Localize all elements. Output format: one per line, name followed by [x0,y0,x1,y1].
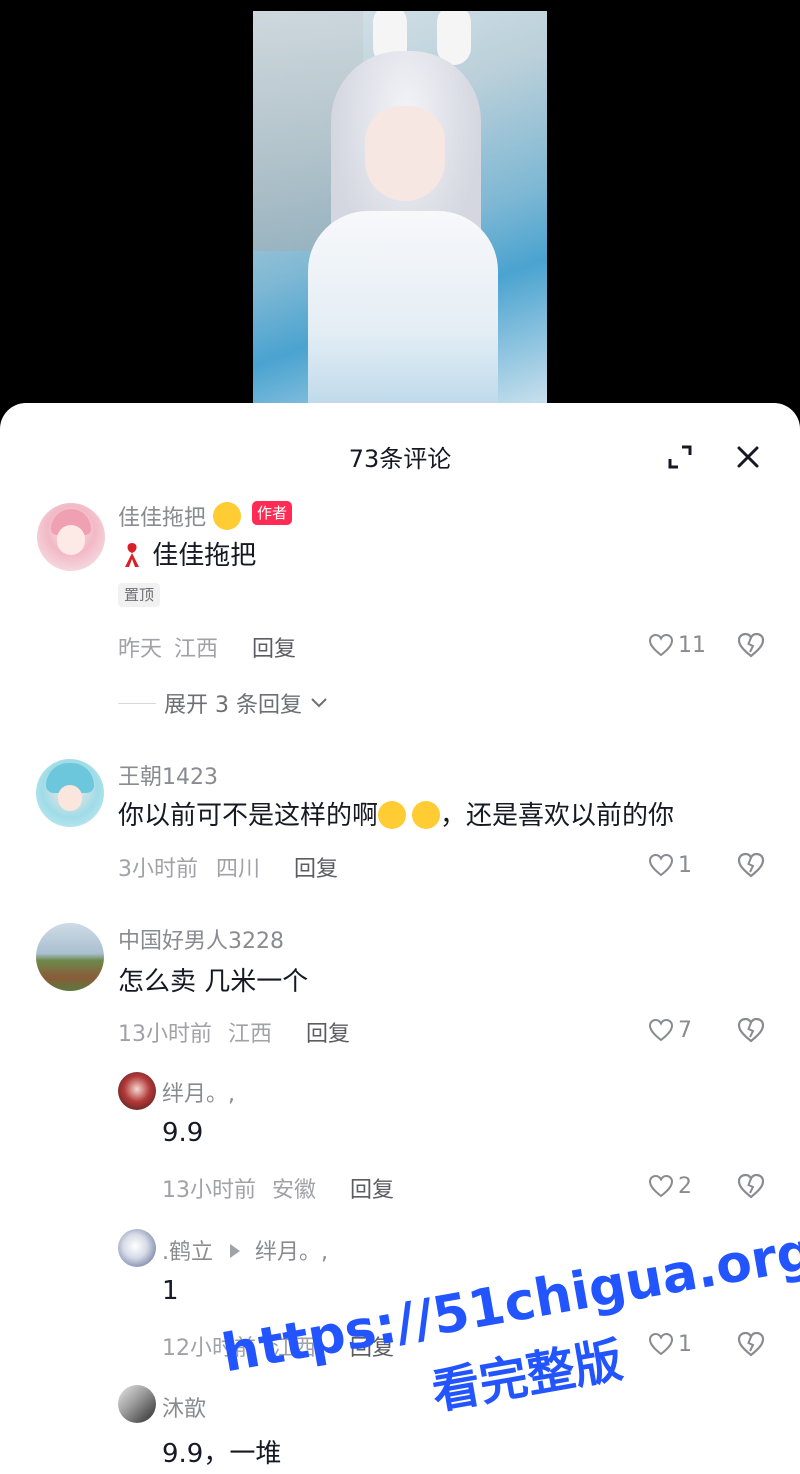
comment-sheet: 73条评论 佳佳拖把 作者 佳佳拖把 置顶 昨天 江西 回复 11 展开 3 条… [0,403,800,1474]
close-icon[interactable] [732,441,764,473]
dislike-icon[interactable] [736,850,766,880]
reply-username[interactable]: 沐歆 [162,1391,206,1423]
like-count: 1 [678,1331,692,1357]
heart-icon [648,1018,674,1042]
like-button[interactable]: 7 [648,1015,692,1045]
crying-face-icon [412,801,441,829]
heart-icon [648,853,674,877]
reply-username[interactable]: 绊月。, [162,1076,235,1108]
like-button[interactable]: 1 [648,850,692,880]
like-button[interactable]: 1 [648,1329,692,1359]
avatar[interactable] [36,759,104,827]
pinned-badge: 置顶 [118,583,161,607]
character-face [365,106,445,201]
comment-time: 昨天 [118,637,163,662]
like-count: 2 [678,1173,692,1199]
divider-line [118,702,156,704]
chevron-down-icon [311,698,327,708]
avatar[interactable] [36,923,104,991]
like-count: 1 [678,852,692,878]
comment-time: 13小时前 [118,1022,212,1047]
avatar[interactable] [37,503,105,571]
reply-location: 安徽 [272,1178,317,1203]
comment-username[interactable]: 王朝1423 [118,759,218,791]
reply-text: 1 [162,1276,179,1306]
expand-icon[interactable] [664,441,696,473]
author-badge: 作者 [252,501,293,525]
dislike-icon[interactable] [736,630,766,660]
reply-time: 13小时前 [162,1178,256,1203]
heart-icon [648,1174,674,1198]
reply-location: 江西 [272,1336,317,1361]
dislike-icon[interactable] [736,1015,766,1045]
reply-target-username[interactable]: 绊月。, [255,1240,328,1265]
expand-replies-label: 展开 3 条回复 [164,693,302,718]
zany-face-icon [213,502,242,530]
comment-text: 怎么卖 几米一个 [118,967,309,997]
like-button[interactable]: 2 [648,1171,692,1201]
comment-text-part: ，还是喜欢以前的你 [440,801,675,831]
disappointed-face-icon [378,801,407,829]
comment-username[interactable]: 佳佳拖把 [118,500,242,532]
comment-text-part: 你以前可不是这样的啊 [118,801,379,831]
reply-text: 9.9 [162,1118,204,1148]
dislike-icon[interactable] [736,1329,766,1359]
reply-button[interactable]: 回复 [350,1172,394,1204]
comment-text-content: 佳佳拖把 [152,541,257,571]
comment-username[interactable]: 中国好男人3228 [118,923,284,955]
character-dress [308,211,498,411]
reply-arrow-icon [230,1244,240,1258]
username-text: 佳佳拖把 [118,506,207,531]
reply-username[interactable]: .鹤立 绊月。, [162,1234,328,1266]
reply-button[interactable]: 回复 [294,851,338,883]
comment-location: 江西 [228,1022,273,1047]
avatar[interactable] [118,1385,156,1423]
comment-text: 你以前可不是这样的啊 ，还是喜欢以前的你 [118,795,674,832]
comment-text: 佳佳拖把 [120,535,256,572]
comment-time: 3小时前 [118,857,198,882]
comment-location: 四川 [216,857,261,882]
heart-icon [648,633,674,657]
expand-replies-button[interactable]: 展开 3 条回复 [118,688,328,718]
reply-text: 9.9，一堆 [162,1439,282,1469]
dislike-icon[interactable] [736,1171,766,1201]
avatar[interactable] [118,1072,156,1110]
comment-location: 江西 [174,637,219,662]
reply-button[interactable]: 回复 [350,1330,394,1362]
heart-icon [648,1332,674,1356]
like-button[interactable]: 11 [648,630,706,660]
reply-button[interactable]: 回复 [306,1016,350,1048]
video-area [0,0,800,420]
avatar[interactable] [118,1229,156,1267]
comment-sheet-header: 73条评论 [0,403,800,503]
username-text: .鹤立 [162,1240,213,1265]
video-thumbnail[interactable] [253,11,547,411]
reply-button[interactable]: 回复 [252,631,296,663]
like-count: 11 [678,632,706,658]
red-ribbon-icon [120,541,144,569]
reply-time: 12小时前 [162,1336,256,1361]
like-count: 7 [678,1017,692,1043]
